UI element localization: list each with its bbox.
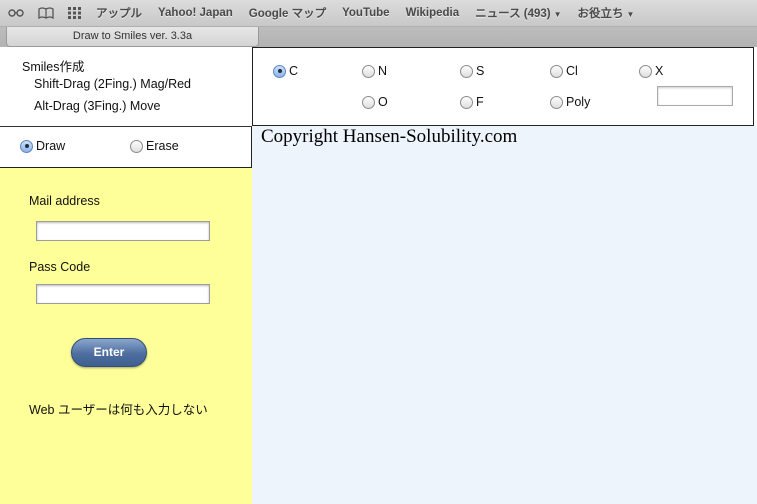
radio-icon[interactable] <box>639 64 652 78</box>
radio-icon[interactable] <box>460 95 473 109</box>
smiles-title: Smiles作成 <box>22 60 85 74</box>
mail-address-input[interactable] <box>36 221 210 241</box>
bookmark-yahoo-japan[interactable]: Yahoo! Japan <box>158 7 233 19</box>
login-panel: Mail address Pass Code Enter Web ユーザーは何も… <box>0 168 252 504</box>
bookmark-youtube[interactable]: YouTube <box>342 7 389 19</box>
enter-button[interactable]: Enter <box>71 338 147 367</box>
radio-icon[interactable] <box>460 64 473 78</box>
tab-bar: Draw to Smiles ver. 3.3a <box>0 27 757 47</box>
radio-icon[interactable] <box>362 95 375 109</box>
tab-draw-to-smiles[interactable]: Draw to Smiles ver. 3.3a <box>6 27 259 47</box>
radio-checked-icon[interactable] <box>20 139 33 153</box>
mode-panel: Draw Erase <box>0 127 252 168</box>
bookmarks-book-icon[interactable] <box>38 7 54 19</box>
bookmark-wikipedia[interactable]: Wikipedia <box>406 7 460 19</box>
radio-icon[interactable] <box>130 139 143 153</box>
hint-magnify: Shift-Drag (2Fing.) Mag/Red <box>34 77 192 91</box>
bookmarks-bar: アップル Yahoo! Japan Google マップ YouTube Wik… <box>0 0 757 27</box>
atom-selector-panel: C N S Cl X O F Poly <box>252 47 754 126</box>
reading-list-icon[interactable] <box>8 8 24 18</box>
bookmark-folder-news[interactable]: ニュース (493) ▼ <box>475 5 561 21</box>
radio-icon[interactable] <box>550 95 563 109</box>
atom-radio-s[interactable]: S <box>460 64 484 78</box>
chevron-down-icon: ▼ <box>553 10 562 19</box>
atom-radio-x[interactable]: X <box>639 64 663 78</box>
atom-radio-o[interactable]: O <box>362 95 388 109</box>
pass-code-label: Pass Code <box>29 260 91 274</box>
radio-icon[interactable] <box>362 64 375 78</box>
atom-radio-poly[interactable]: Poly <box>550 95 590 109</box>
atom-radio-cl[interactable]: Cl <box>550 64 578 78</box>
atom-radio-c[interactable]: C <box>273 64 298 78</box>
drawing-canvas[interactable]: Copyright Hansen-Solubility.com <box>252 126 757 504</box>
pass-code-input[interactable] <box>36 284 210 304</box>
mail-label: Mail address <box>29 194 100 208</box>
chevron-down-icon: ▼ <box>626 10 635 19</box>
bookmark-folder-useful[interactable]: お役立ち ▼ <box>578 5 635 21</box>
bookmark-apple[interactable]: アップル <box>96 5 142 21</box>
atom-radio-n[interactable]: N <box>362 64 387 78</box>
mode-radio-draw[interactable]: Draw <box>20 139 65 153</box>
mode-radio-erase[interactable]: Erase <box>130 139 179 153</box>
radio-checked-icon[interactable] <box>273 64 286 78</box>
atom-x-input[interactable] <box>657 86 733 106</box>
radio-icon[interactable] <box>550 64 563 78</box>
top-sites-grid-icon[interactable] <box>68 7 82 19</box>
web-user-note: Web ユーザーは何も入力しない <box>29 403 208 417</box>
smiles-info-panel: Smiles作成 Shift-Drag (2Fing.) Mag/Red Alt… <box>0 47 252 127</box>
hint-move: Alt-Drag (3Fing.) Move <box>34 99 161 113</box>
copyright-text: Copyright Hansen-Solubility.com <box>261 126 518 147</box>
atom-radio-f[interactable]: F <box>460 95 484 109</box>
bookmark-google-maps[interactable]: Google マップ <box>249 5 326 21</box>
